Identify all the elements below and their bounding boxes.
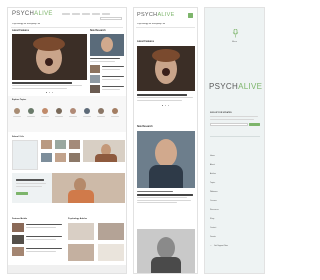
signup-heading: SIGN UP FOR UPDATES bbox=[210, 112, 232, 114]
tablet-new-research-heading: New Research bbox=[137, 126, 153, 128]
school-card-1[interactable] bbox=[41, 140, 52, 149]
sidenav-logo[interactable]: PSYCHALIVE bbox=[209, 82, 262, 91]
sidenav-item-courses[interactable]: Courses bbox=[210, 200, 217, 202]
research-image-1[interactable] bbox=[90, 34, 124, 56]
bottom-right-image-4[interactable] bbox=[98, 244, 124, 261]
bottom-right-image-1[interactable] bbox=[68, 223, 94, 240]
logo-alive-text: ALIVE bbox=[157, 12, 175, 18]
carousel-dot[interactable] bbox=[46, 92, 48, 94]
footer bbox=[8, 265, 126, 273]
bottom-card-1[interactable] bbox=[12, 223, 24, 232]
carousel-dot[interactable] bbox=[165, 105, 167, 107]
sidenav-item-topics[interactable]: Topics bbox=[210, 182, 215, 184]
site-tagline: Psychology for Everyday Life bbox=[12, 23, 41, 25]
tablet-research-image-1[interactable] bbox=[137, 131, 195, 188]
sidenav-item-donate[interactable]: Donate bbox=[210, 236, 216, 238]
school-card-3[interactable] bbox=[69, 140, 80, 149]
tablet-latest-features-heading: Latest Features bbox=[137, 41, 154, 43]
sidenav-item-about[interactable]: About bbox=[210, 164, 215, 166]
tablet-site-logo[interactable]: PSYCHALIVE bbox=[137, 12, 175, 18]
new-research-heading: New Research bbox=[90, 30, 106, 32]
school-card-4[interactable] bbox=[41, 153, 52, 162]
logo-alive-text: ALIVE bbox=[238, 82, 263, 91]
featured-article-title[interactable] bbox=[12, 82, 72, 84]
divider bbox=[136, 27, 195, 28]
nav-link[interactable] bbox=[62, 13, 70, 15]
promo-button[interactable] bbox=[16, 192, 28, 195]
menu-icon[interactable] bbox=[232, 25, 239, 38]
bottom-card-2[interactable] bbox=[12, 235, 24, 244]
bottom-right-image-2[interactable] bbox=[98, 223, 124, 240]
desktop-page-preview: PSYCHALIVE Psychology for Everyday Life … bbox=[7, 7, 127, 274]
promo-banner[interactable] bbox=[12, 173, 125, 203]
bottom-right-heading: Psychology Articles bbox=[68, 218, 88, 220]
research-thumb-2[interactable] bbox=[90, 65, 100, 73]
bottom-left-heading: Featured Article bbox=[12, 218, 28, 220]
topic-circle[interactable] bbox=[98, 108, 104, 114]
logo-psych-text: PSYCH bbox=[209, 82, 239, 91]
topic-circle[interactable] bbox=[112, 108, 118, 114]
tablet-menu-icon[interactable] bbox=[188, 13, 193, 18]
topic-circle[interactable] bbox=[42, 108, 48, 114]
latest-features-heading: Latest Features bbox=[12, 30, 29, 32]
site-logo[interactable]: PSYCHALIVE bbox=[12, 11, 53, 17]
mobile-side-menu-preview: Menu PSYCHALIVE SIGN UP FOR UPDATES Home… bbox=[204, 7, 265, 274]
topic-circle[interactable] bbox=[14, 108, 20, 114]
topic-circle[interactable] bbox=[70, 108, 76, 114]
school-card-5[interactable] bbox=[55, 153, 66, 162]
nav-link[interactable] bbox=[82, 13, 90, 15]
support-arrow-icon: ← bbox=[210, 245, 212, 247]
nav-link[interactable] bbox=[92, 13, 100, 15]
carousel-dot[interactable] bbox=[168, 105, 170, 107]
sidenav-item-contact[interactable]: Contact bbox=[210, 227, 216, 229]
topic-circle[interactable] bbox=[56, 108, 62, 114]
sidenav-item-resources[interactable]: Resources bbox=[210, 209, 219, 211]
tablet-tagline: Psychology for Everyday Life bbox=[137, 23, 166, 25]
tablet-page-preview: PSYCHALIVE Psychology for Everyday Life … bbox=[133, 7, 198, 274]
bottom-right-image-3[interactable] bbox=[68, 244, 94, 261]
nav-link[interactable] bbox=[102, 13, 110, 15]
featured-article-image[interactable] bbox=[12, 34, 87, 80]
logo-psych-text: PSYCH bbox=[137, 12, 158, 18]
topics-heading: Explore Topics bbox=[12, 99, 27, 101]
sidenav-item-shop[interactable]: Shop bbox=[210, 218, 214, 220]
support-link[interactable]: Get Support Now bbox=[214, 245, 228, 247]
divider bbox=[11, 27, 123, 28]
research-thumb-3[interactable] bbox=[90, 75, 100, 83]
logo-psych-text: PSYCH bbox=[12, 11, 35, 17]
tablet-research-image-2[interactable] bbox=[137, 229, 195, 273]
topic-circle[interactable] bbox=[84, 108, 90, 114]
sidenav-item-articles[interactable]: Articles bbox=[210, 173, 216, 175]
carousel-dot[interactable] bbox=[52, 92, 54, 94]
school-feature-image[interactable] bbox=[83, 140, 125, 162]
school-side-image[interactable] bbox=[12, 140, 38, 170]
school-card-2[interactable] bbox=[55, 140, 66, 149]
bottom-card-3[interactable] bbox=[12, 247, 24, 256]
carousel-dot[interactable] bbox=[162, 105, 164, 107]
research-thumb-4[interactable] bbox=[90, 85, 100, 93]
logo-alive-text: ALIVE bbox=[34, 11, 53, 17]
header-nav bbox=[62, 13, 124, 15]
topics-band bbox=[8, 96, 126, 132]
sidenav-item-home[interactable]: Home bbox=[210, 155, 215, 157]
sidenav-item-webinars[interactable]: Webinars bbox=[210, 191, 218, 193]
carousel-dot[interactable] bbox=[49, 92, 51, 94]
header-search-input[interactable] bbox=[100, 17, 122, 20]
topic-circle[interactable] bbox=[28, 108, 34, 114]
school-heading: School / Life bbox=[12, 136, 24, 138]
tablet-featured-image[interactable] bbox=[137, 46, 195, 91]
nav-link[interactable] bbox=[72, 13, 80, 15]
signup-email-field[interactable] bbox=[210, 123, 248, 126]
signup-button[interactable] bbox=[249, 123, 260, 126]
school-card-6[interactable] bbox=[69, 153, 80, 162]
menu-label: Menu bbox=[231, 41, 237, 43]
